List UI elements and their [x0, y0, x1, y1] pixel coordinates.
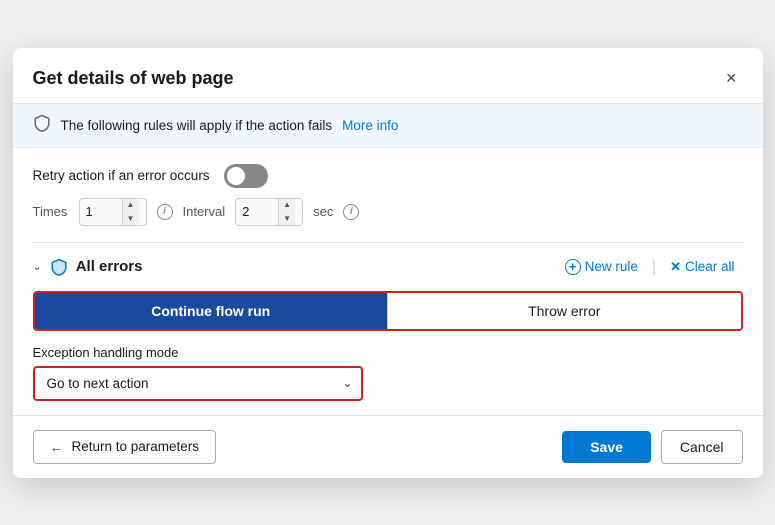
section-title: All errors: [76, 258, 143, 275]
interval-down-button[interactable]: ▼: [279, 212, 295, 226]
more-info-link[interactable]: More info: [342, 118, 398, 133]
retry-label: Retry action if an error occurs: [33, 168, 210, 183]
exception-section: Exception handling mode Go to next actio…: [33, 345, 743, 401]
dialog-footer: ← Return to parameters Save Cancel: [13, 415, 763, 478]
tab-row: Continue flow run Throw error: [33, 291, 743, 331]
interval-info-icon: i: [343, 204, 359, 220]
exception-label: Exception handling mode: [33, 345, 743, 360]
return-label: Return to parameters: [72, 439, 200, 454]
retry-toggle[interactable]: [224, 164, 268, 188]
continue-flow-run-tab[interactable]: Continue flow run: [35, 293, 388, 329]
close-button[interactable]: ×: [720, 66, 743, 91]
save-button[interactable]: Save: [562, 431, 651, 463]
section-header: ⌄ All errors + New rule | ✕ Clear all: [33, 255, 743, 279]
times-row: Times ▲ ▼ i Interval ▲ ▼ sec i: [33, 198, 743, 226]
footer-right: Save Cancel: [562, 430, 742, 464]
section-header-left: ⌄ All errors: [33, 258, 143, 276]
x-icon: ✕: [670, 259, 681, 275]
shield-icon: [33, 114, 51, 137]
times-input[interactable]: [80, 204, 122, 219]
interval-spinners: ▲ ▼: [278, 198, 295, 226]
interval-up-button[interactable]: ▲: [279, 198, 295, 212]
interval-input[interactable]: [236, 204, 278, 219]
times-info-icon: i: [157, 204, 173, 220]
times-spinners: ▲ ▼: [122, 198, 139, 226]
interval-label: Interval: [183, 204, 226, 219]
retry-row: Retry action if an error occurs: [33, 164, 743, 188]
dialog: Get details of web page × The following …: [13, 48, 763, 478]
interval-input-wrap: ▲ ▼: [235, 198, 303, 226]
times-label: Times: [33, 204, 69, 219]
cancel-button[interactable]: Cancel: [661, 430, 743, 464]
sec-label: sec: [313, 204, 333, 219]
exception-select[interactable]: Go to next action Repeat action Go to be…: [33, 366, 363, 401]
info-banner-text: The following rules will apply if the ac…: [61, 118, 333, 133]
throw-error-tab[interactable]: Throw error: [387, 293, 741, 329]
separator: |: [652, 258, 656, 276]
section-header-right: + New rule | ✕ Clear all: [557, 255, 743, 279]
dialog-title: Get details of web page: [33, 68, 234, 89]
arrow-left-icon: ←: [50, 439, 64, 455]
return-to-parameters-button[interactable]: ← Return to parameters: [33, 430, 217, 464]
dialog-body: Retry action if an error occurs Times ▲ …: [13, 148, 763, 401]
times-input-wrap: ▲ ▼: [79, 198, 147, 226]
section-divider: [33, 242, 743, 243]
times-down-button[interactable]: ▼: [123, 212, 139, 226]
new-rule-label: New rule: [585, 259, 638, 274]
times-up-button[interactable]: ▲: [123, 198, 139, 212]
clear-all-label: Clear all: [685, 259, 735, 274]
dialog-header: Get details of web page ×: [13, 48, 763, 104]
clear-all-button[interactable]: ✕ Clear all: [662, 255, 742, 279]
info-banner: The following rules will apply if the ac…: [13, 104, 763, 148]
toggle-slider: [224, 164, 268, 188]
plus-icon: +: [565, 259, 581, 275]
new-rule-button[interactable]: + New rule: [557, 255, 646, 279]
chevron-down-icon[interactable]: ⌄: [33, 260, 42, 273]
exception-select-wrap: Go to next action Repeat action Go to be…: [33, 366, 363, 401]
shield-blue-icon: [50, 258, 68, 276]
